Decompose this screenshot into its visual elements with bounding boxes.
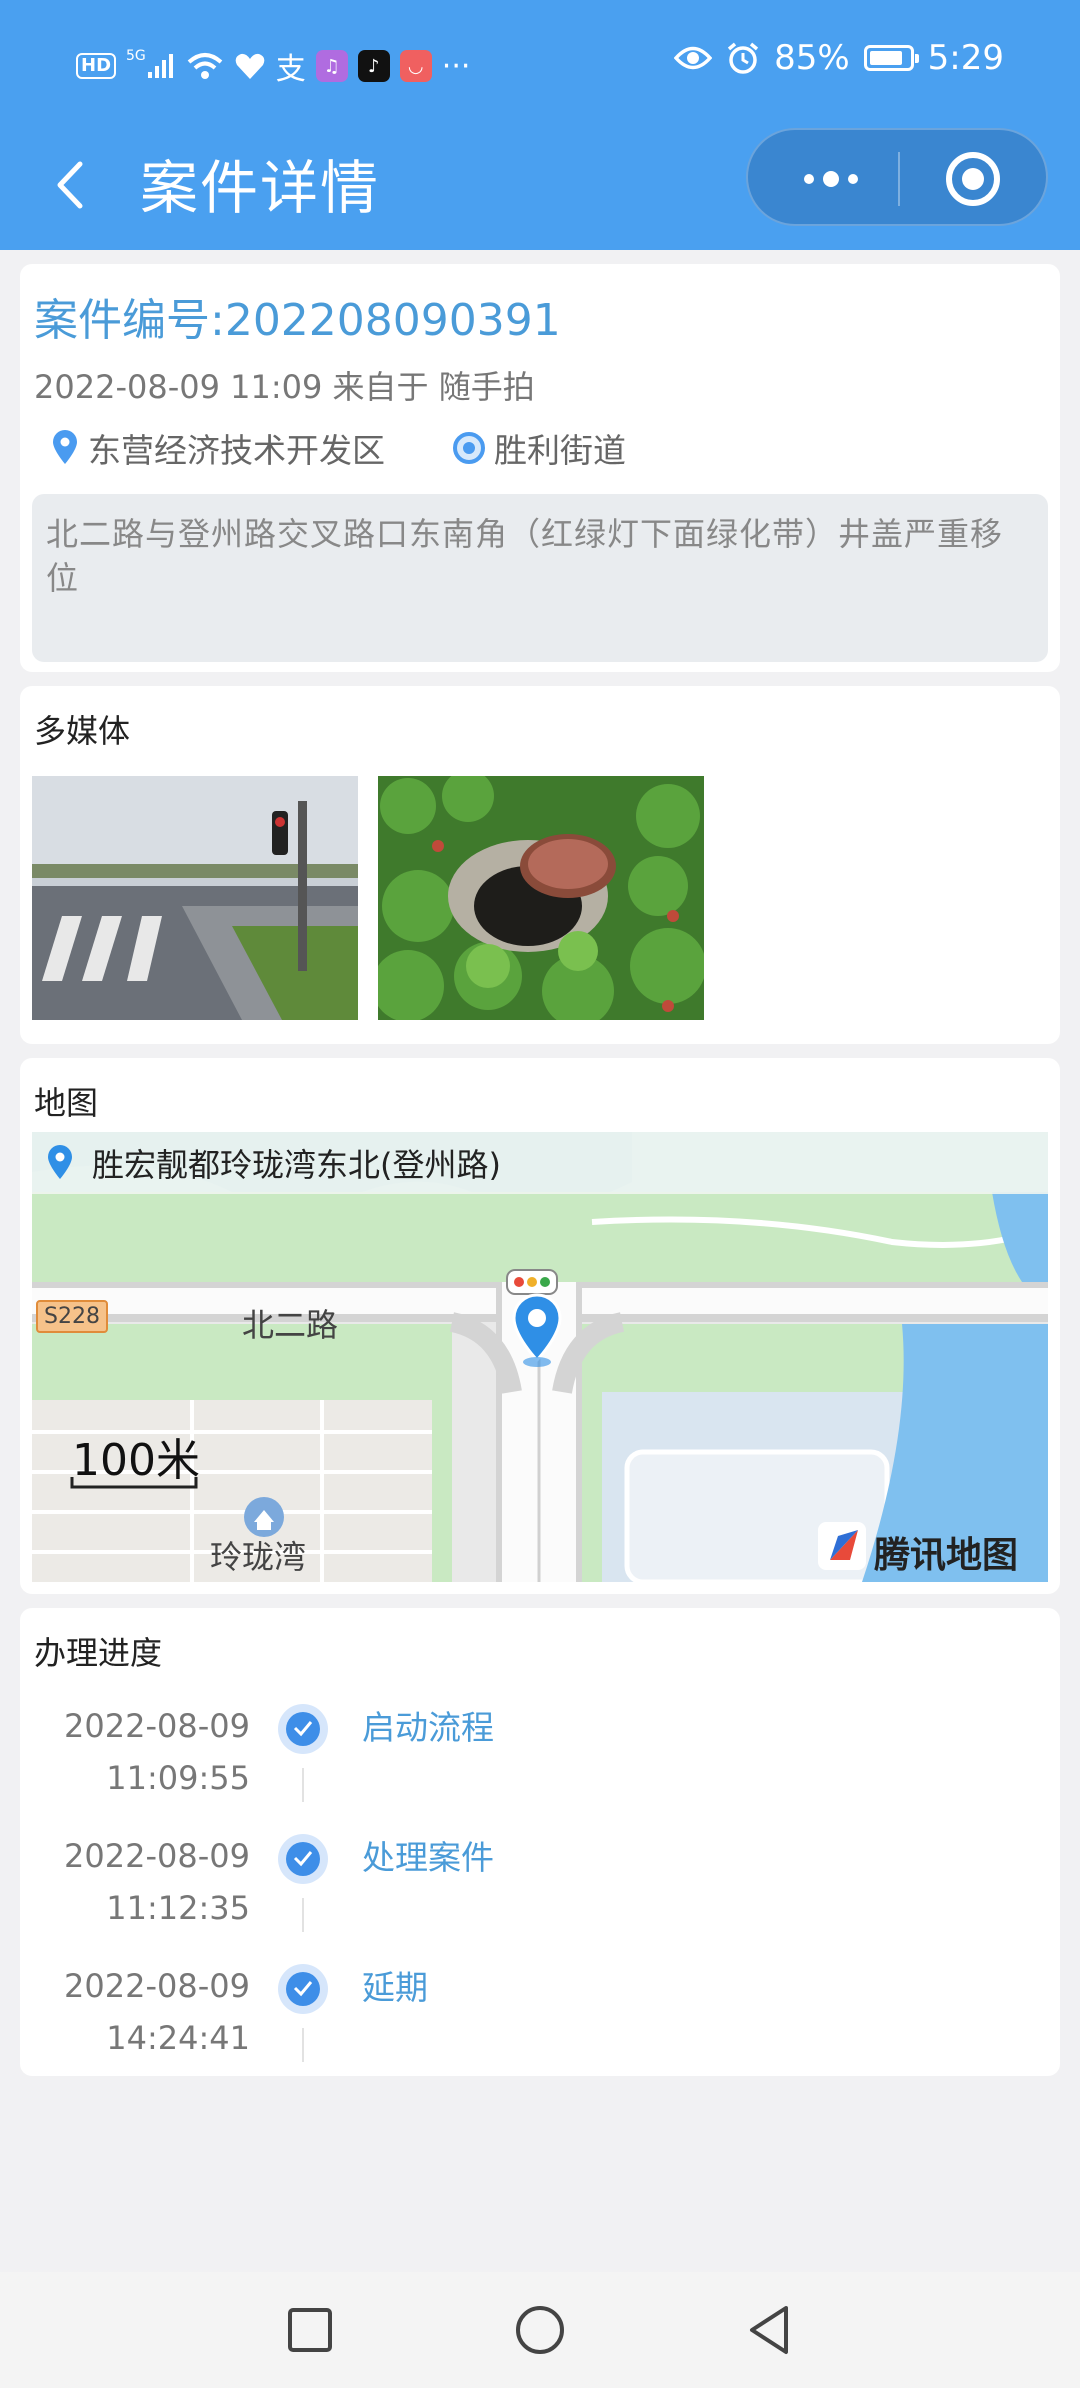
- district-name: 东营经济技术开发区: [88, 431, 385, 470]
- step-label: 启动流程: [362, 1708, 494, 1747]
- shopping-app-icon: ◡: [399, 50, 432, 82]
- signal-icon: 5G: [126, 48, 176, 80]
- location-pin-icon: [48, 1145, 72, 1179]
- map-road-label: 北二路: [242, 1306, 339, 1344]
- step-label: 延期: [362, 1968, 428, 2007]
- nav-bar: 案件详情: [0, 128, 1080, 250]
- progress-step: 2022-08-09 14:24:41 延期: [20, 1960, 1060, 2090]
- case-number: 案件编号:202208090391: [34, 295, 561, 346]
- media-thumbnail[interactable]: [32, 776, 358, 1020]
- case-description: 北二路与登州路交叉路口东南角（红绿灯下面绿化带）井盖严重移位: [32, 494, 1048, 662]
- map-title: 地图: [34, 1084, 99, 1122]
- map-address-bar: 胜宏靓都玲珑湾东北(登州路): [32, 1132, 1048, 1194]
- step-time: 14:24:41: [106, 2019, 250, 2057]
- close-miniprogram-button[interactable]: [946, 152, 1000, 206]
- map-address: 胜宏靓都玲珑湾东北(登州路): [92, 1146, 501, 1184]
- battery-fill: [869, 51, 902, 65]
- alarm-icon: [726, 41, 760, 75]
- step-date: 2022-08-09: [64, 1707, 250, 1745]
- more-dot-icon: [848, 174, 858, 184]
- miniprogram-capsule: [746, 128, 1048, 226]
- step-connector: [302, 2028, 304, 2062]
- network-type: 5G: [126, 48, 146, 64]
- tiktok-icon: ♪: [357, 50, 390, 82]
- music-app-icon: ♫: [315, 50, 348, 82]
- map-card: 地图 胜宏靓都玲珑湾东北(登州路) 北二路 S228 玲珑湾 100米 腾讯地图: [20, 1058, 1060, 1594]
- manhole-photo: [378, 776, 704, 1020]
- system-back-button[interactable]: [742, 2302, 798, 2358]
- overflow-icon: ···: [441, 48, 471, 84]
- step-label: 处理案件: [362, 1838, 494, 1877]
- media-title: 多媒体: [34, 712, 131, 750]
- more-dot-icon: [823, 171, 839, 187]
- step-check-icon: [278, 1704, 328, 1754]
- map-poi-label: 玲珑湾: [210, 1538, 307, 1576]
- step-datetime: 2022-08-09 11:09:55: [64, 1700, 250, 1804]
- back-button[interactable]: [40, 150, 110, 220]
- page-title: 案件详情: [140, 154, 381, 222]
- step-time: 11:09:55: [106, 1759, 250, 1797]
- location-pin-icon: [53, 430, 77, 464]
- step-connector: [302, 1768, 304, 1802]
- case-info-card: 案件编号:202208090391 2022-08-09 11:09 来自于 随…: [20, 264, 1060, 672]
- eye-icon: [674, 45, 713, 71]
- battery-percent: 85%: [774, 38, 850, 78]
- map-scale-label: 100米: [72, 1435, 200, 1486]
- media-card: 多媒体: [20, 686, 1060, 1044]
- road-tag: S228: [36, 1300, 108, 1333]
- triangle-back-icon: [750, 2306, 788, 2354]
- street-name: 胜利街道: [494, 431, 626, 470]
- step-connector: [302, 1898, 304, 1932]
- clock: 5:29: [927, 38, 1004, 78]
- hd-badge: HD: [76, 53, 117, 79]
- battery-icon: [863, 45, 919, 71]
- intersection-photo: [32, 776, 358, 1020]
- capsule-divider: [898, 152, 900, 206]
- progress-step: 2022-08-09 11:09:55 启动流程: [20, 1700, 1060, 1830]
- step-datetime: 2022-08-09 11:12:35: [64, 1830, 250, 1934]
- wifi-icon: [186, 51, 224, 81]
- recent-apps-button[interactable]: [282, 2302, 338, 2358]
- health-icon: [234, 51, 266, 81]
- progress-step: 2022-08-09 11:12:35 处理案件: [20, 1830, 1060, 1960]
- status-icons-left: HD 5G 支 ♫ ♪ ◡ ···: [76, 44, 470, 88]
- step-time: 11:12:35: [106, 1889, 250, 1927]
- system-nav-bar: [0, 2272, 1080, 2388]
- district-tag: 东营经济技术开发区: [50, 424, 385, 472]
- home-button[interactable]: [512, 2302, 568, 2358]
- circle-icon: [516, 2306, 564, 2354]
- map-view[interactable]: 胜宏靓都玲珑湾东北(登州路) 北二路 S228 玲珑湾 100米 腾讯地图: [32, 1132, 1048, 1582]
- more-dot-icon: [804, 174, 814, 184]
- progress-title: 办理进度: [34, 1634, 163, 1672]
- step-check-icon: [278, 1964, 328, 2014]
- progress-card: 办理进度 2022-08-09 11:09:55 启动流程 2022-08-09…: [20, 1608, 1060, 2076]
- alipay-icon: 支: [275, 52, 306, 87]
- street-tag: 胜利街道: [452, 424, 626, 472]
- case-meta: 2022-08-09 11:09 来自于 随手拍: [34, 368, 535, 406]
- target-location-icon: [453, 432, 485, 464]
- status-bar: HD 5G 支 ♫ ♪ ◡ ··· 85% 5:29: [0, 0, 1080, 128]
- chevron-left-icon: [57, 161, 83, 209]
- step-check-icon: [278, 1834, 328, 1884]
- step-date: 2022-08-09: [64, 1837, 250, 1875]
- media-thumbnail[interactable]: [378, 776, 704, 1020]
- step-datetime: 2022-08-09 14:24:41: [64, 1960, 250, 2064]
- more-button[interactable]: [788, 159, 874, 199]
- step-date: 2022-08-09: [64, 1967, 250, 2005]
- status-icons-right: 85% 5:29: [674, 38, 1004, 78]
- square-icon: [288, 2308, 332, 2352]
- map-provider-logo: 腾讯地图: [874, 1535, 1019, 1576]
- map-canvas: [32, 1132, 1048, 1582]
